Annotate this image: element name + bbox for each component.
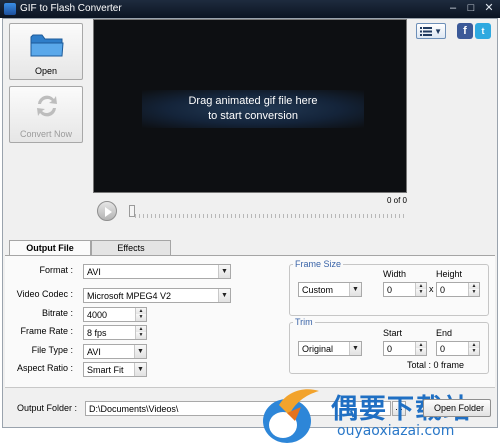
video-codec-select[interactable]: Microsoft MPEG4 V2 ▼ bbox=[83, 288, 231, 303]
open-folder-button[interactable]: Open Folder bbox=[423, 399, 491, 417]
end-label: End bbox=[436, 328, 453, 338]
tab-effects[interactable]: Effects bbox=[91, 240, 171, 255]
end-value: 0 bbox=[440, 344, 446, 354]
drop-hint: Drag animated gif file here to start con… bbox=[142, 90, 364, 128]
twitter-icon[interactable]: t bbox=[475, 23, 491, 39]
chevron-down-icon[interactable]: ▼ bbox=[415, 289, 426, 296]
width-label: Width bbox=[383, 269, 407, 279]
width-stepper[interactable]: 0 ▲ ▼ bbox=[383, 282, 427, 297]
bitrate-value: 4000 bbox=[87, 310, 108, 320]
preview-area[interactable]: Drag animated gif file here to start con… bbox=[93, 19, 407, 193]
open-button[interactable]: Open bbox=[9, 23, 83, 80]
chevron-down-icon: ▼ bbox=[134, 345, 146, 358]
chevron-down-icon[interactable]: ▼ bbox=[468, 348, 479, 355]
frame-rate-label: Frame Rate : bbox=[20, 326, 73, 336]
frame-size-preset-value: Custom bbox=[302, 285, 334, 295]
frame-size-title: Frame Size bbox=[293, 259, 344, 269]
frame-rate-value: 8 fps bbox=[87, 328, 107, 338]
height-label: Height bbox=[436, 269, 463, 279]
trim-mode-value: Original bbox=[302, 344, 334, 354]
height-value: 0 bbox=[440, 285, 446, 295]
output-folder-path: D:\Documents\Videos\ bbox=[89, 404, 179, 414]
convert-now-button[interactable]: Convert Now bbox=[9, 86, 83, 143]
folder-icon bbox=[30, 34, 64, 57]
chevron-down-icon: ▼ bbox=[218, 265, 230, 278]
open-label: Open bbox=[34, 66, 58, 76]
end-stepper[interactable]: 0 ▲ ▼ bbox=[436, 341, 480, 356]
start-value: 0 bbox=[387, 344, 393, 354]
convert-now-label: Convert Now bbox=[19, 129, 73, 139]
aspect-ratio-select[interactable]: Smart Fit ▼ bbox=[83, 362, 147, 377]
title-bar: GIF to Flash Converter – □ ✕ bbox=[0, 0, 500, 18]
file-type-value: AVI bbox=[87, 347, 101, 357]
open-folder-label: Open Folder bbox=[433, 403, 484, 413]
app-icon bbox=[4, 3, 16, 15]
output-folder-label: Output Folder : bbox=[16, 403, 77, 413]
tab-output-file[interactable]: Output File bbox=[9, 240, 91, 256]
bitrate-stepper[interactable]: 4000 ▲ ▼ bbox=[83, 307, 147, 322]
list-icon bbox=[420, 27, 432, 36]
chevron-down-icon: ▼ bbox=[218, 289, 230, 302]
chevron-down-icon[interactable]: ▼ bbox=[468, 289, 479, 296]
chevron-down-icon[interactable]: ▼ bbox=[415, 348, 426, 355]
chevron-down-icon[interactable]: ▼ bbox=[135, 332, 146, 339]
watermark-logo-icon bbox=[263, 389, 319, 443]
size-separator: x bbox=[429, 284, 434, 294]
file-type-select[interactable]: AVI ▼ bbox=[83, 344, 147, 359]
main-window: Open Convert Now Drag animated gif file … bbox=[2, 18, 498, 443]
watermark-url: ouyaoxiazai.com bbox=[337, 423, 455, 439]
start-label: Start bbox=[383, 328, 403, 338]
frame-counter: 0 of 0 bbox=[386, 196, 407, 205]
bitrate-label: Bitrate : bbox=[41, 308, 73, 318]
chevron-down-icon: ▼ bbox=[134, 363, 146, 376]
aspect-ratio-value: Smart Fit bbox=[87, 365, 124, 375]
maximize-button[interactable]: □ bbox=[462, 1, 480, 16]
format-value: AVI bbox=[87, 267, 101, 277]
drop-hint-line2: to start conversion bbox=[208, 110, 298, 122]
trim-mode-select[interactable]: Original ▼ bbox=[298, 341, 362, 356]
chevron-down-icon: ▼ bbox=[349, 342, 361, 355]
start-stepper[interactable]: 0 ▲ ▼ bbox=[383, 341, 427, 356]
refresh-icon bbox=[37, 95, 57, 117]
format-label: Format : bbox=[39, 265, 73, 275]
drop-hint-line1: Drag animated gif file here bbox=[188, 95, 318, 107]
play-icon bbox=[105, 207, 112, 217]
play-button[interactable] bbox=[97, 201, 117, 221]
facebook-icon[interactable]: f bbox=[457, 23, 473, 39]
aspect-ratio-label: Aspect Ratio : bbox=[16, 363, 73, 373]
video-codec-label: Video Codec : bbox=[16, 289, 73, 299]
trim-title: Trim bbox=[293, 317, 315, 327]
height-stepper[interactable]: 0 ▲ ▼ bbox=[436, 282, 480, 297]
trim-total: Total : 0 frame bbox=[407, 360, 465, 370]
chevron-down-icon: ▼ bbox=[434, 27, 442, 36]
format-select[interactable]: AVI ▼ bbox=[83, 264, 231, 279]
close-button[interactable]: ✕ bbox=[480, 1, 498, 16]
frame-size-preset-select[interactable]: Custom ▼ bbox=[298, 282, 362, 297]
chevron-down-icon[interactable]: ▼ bbox=[135, 314, 146, 321]
minimize-button[interactable]: – bbox=[444, 1, 462, 16]
file-type-label: File Type : bbox=[31, 345, 73, 355]
seek-slider-track[interactable] bbox=[135, 214, 407, 218]
view-mode-button[interactable]: ▼ bbox=[416, 23, 446, 39]
window-title: GIF to Flash Converter bbox=[20, 3, 122, 14]
width-value: 0 bbox=[387, 285, 393, 295]
frame-rate-stepper[interactable]: 8 fps ▲ ▼ bbox=[83, 325, 147, 340]
chevron-down-icon: ▼ bbox=[349, 283, 361, 296]
video-codec-value: Microsoft MPEG4 V2 bbox=[87, 291, 172, 301]
